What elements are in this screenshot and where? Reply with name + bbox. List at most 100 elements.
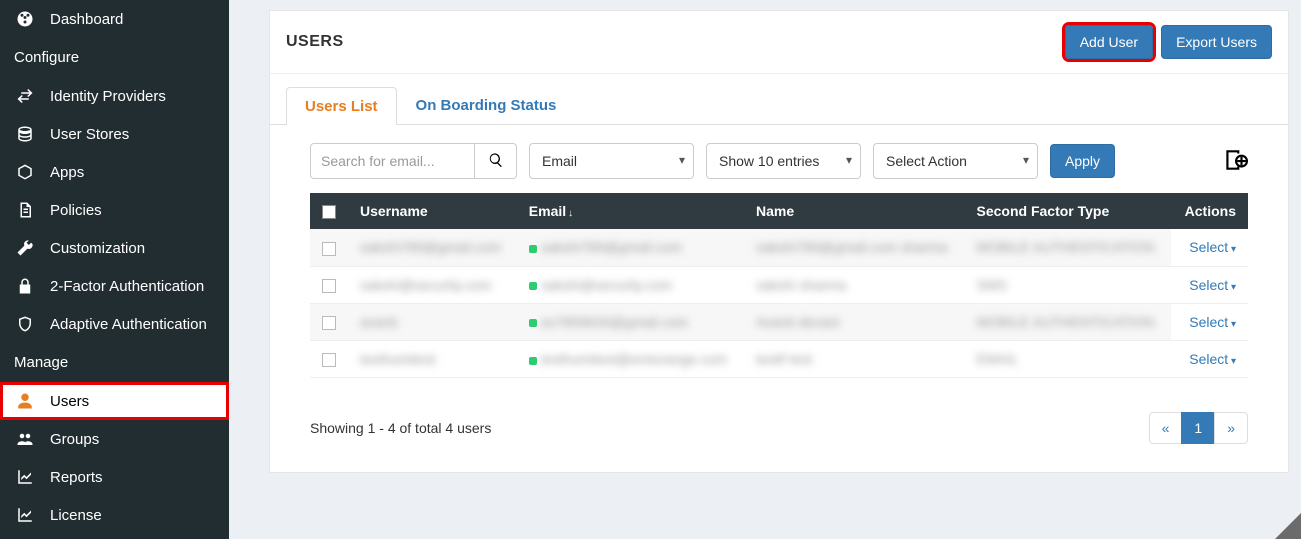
col-name[interactable]: Name xyxy=(744,193,965,229)
cell-username: sakshi@security.com xyxy=(360,277,491,293)
sidebar-item-reports[interactable]: Reports xyxy=(0,458,229,496)
pagination-page-1[interactable]: 1 xyxy=(1181,412,1215,444)
sidebar: Dashboard Configure Identity Providers U… xyxy=(0,0,229,539)
page-title: USERS xyxy=(286,33,344,51)
resize-grip-icon[interactable] xyxy=(1275,513,1301,539)
apply-button[interactable]: Apply xyxy=(1050,144,1115,178)
filter-field-value: Email xyxy=(542,153,577,169)
select-all-checkbox[interactable] xyxy=(322,205,336,219)
row-action-select[interactable]: Select xyxy=(1189,277,1236,293)
sidebar-item-label: Adaptive Authentication xyxy=(50,316,207,333)
status-dot-icon xyxy=(529,319,537,327)
status-dot-icon xyxy=(529,357,537,365)
cell-second-factor: MOBILE AUTHENTICATION xyxy=(976,314,1154,330)
export-users-button[interactable]: Export Users xyxy=(1161,25,1272,59)
sidebar-item-label: Identity Providers xyxy=(50,88,166,105)
sidebar-item-groups[interactable]: Groups xyxy=(0,420,229,458)
sidebar-item-users[interactable]: Users xyxy=(0,382,229,420)
cell-username: sakshi789@gmail.com xyxy=(360,239,501,255)
search-input[interactable] xyxy=(310,143,475,179)
chart-icon xyxy=(14,468,36,486)
sidebar-item-identity-providers[interactable]: Identity Providers xyxy=(0,77,229,115)
row-action-select[interactable]: Select xyxy=(1189,239,1236,255)
page-size-value: Show 10 entries xyxy=(719,153,819,169)
row-checkbox[interactable] xyxy=(322,353,336,367)
col-email[interactable]: Email↓ xyxy=(517,193,744,229)
user-icon xyxy=(14,392,36,410)
package-icon xyxy=(14,163,36,181)
pagination: « 1 » xyxy=(1150,412,1248,444)
sidebar-item-label: Dashboard xyxy=(50,11,123,28)
sidebar-item-user-stores[interactable]: User Stores xyxy=(0,115,229,153)
sidebar-item-customization[interactable]: Customization xyxy=(0,229,229,267)
col-username[interactable]: Username xyxy=(348,193,517,229)
main-content: USERS Add User Export Users Users List O… xyxy=(229,0,1301,539)
table-header: Username Email↓ Name Second Factor Type … xyxy=(310,193,1248,229)
sidebar-item-apps[interactable]: Apps xyxy=(0,153,229,191)
swap-icon xyxy=(14,87,36,105)
add-user-icon[interactable] xyxy=(1222,147,1248,176)
search-input-group xyxy=(310,143,517,179)
sidebar-item-label: Users xyxy=(50,393,89,410)
page-header: USERS Add User Export Users xyxy=(270,11,1288,74)
status-dot-icon xyxy=(529,245,537,253)
search-button[interactable] xyxy=(475,143,517,179)
sidebar-item-adaptive-auth[interactable]: Adaptive Authentication xyxy=(0,305,229,343)
sidebar-item-license[interactable]: License xyxy=(0,496,229,534)
row-checkbox[interactable] xyxy=(322,316,336,330)
table-footer: Showing 1 - 4 of total 4 users « 1 » xyxy=(270,394,1288,472)
cell-name: sakshi sharma xyxy=(756,277,846,293)
document-icon xyxy=(14,201,36,219)
section-header-manage: Manage xyxy=(0,343,229,382)
add-user-button[interactable]: Add User xyxy=(1065,25,1153,59)
search-icon xyxy=(488,152,504,171)
col-actions: Actions xyxy=(1171,193,1248,229)
pagination-next[interactable]: » xyxy=(1214,412,1248,444)
row-checkbox[interactable] xyxy=(322,242,336,256)
toolbar: Email Show 10 entries Select Action Appl… xyxy=(270,125,1288,193)
col-email-label: Email xyxy=(529,203,566,219)
filter-field-select[interactable]: Email xyxy=(529,143,694,179)
cell-username: avanti xyxy=(360,314,397,330)
cell-email: av7859626@gmail.com xyxy=(541,314,688,330)
tab-onboarding-status[interactable]: On Boarding Status xyxy=(397,86,576,124)
users-panel: USERS Add User Export Users Users List O… xyxy=(269,10,1289,473)
sidebar-item-label: License xyxy=(50,507,102,524)
table-row: sakshi@security.comsakshi@security.comsa… xyxy=(310,266,1248,303)
cell-email: testhumitest@emiorange.com xyxy=(541,351,727,367)
sidebar-item-label: Customization xyxy=(50,240,145,257)
action-select[interactable]: Select Action xyxy=(873,143,1038,179)
chart-icon xyxy=(14,506,36,524)
sidebar-item-label: Groups xyxy=(50,431,99,448)
cell-name: sakshi789@gmail.com sharma xyxy=(756,239,948,255)
status-dot-icon xyxy=(529,282,537,290)
users-icon xyxy=(14,430,36,448)
row-action-select[interactable]: Select xyxy=(1189,351,1236,367)
tab-users-list[interactable]: Users List xyxy=(286,87,397,125)
database-icon xyxy=(14,125,36,143)
lock-icon xyxy=(14,277,36,295)
users-table: Username Email↓ Name Second Factor Type … xyxy=(310,193,1248,378)
cell-second-factor: MOBILE AUTHENTICATION xyxy=(976,239,1154,255)
sort-desc-icon: ↓ xyxy=(568,208,573,219)
sidebar-item-2fa[interactable]: 2-Factor Authentication xyxy=(0,267,229,305)
page-size-select[interactable]: Show 10 entries xyxy=(706,143,861,179)
sidebar-item-label: Reports xyxy=(50,469,103,486)
cell-name: testif test xyxy=(756,351,812,367)
pagination-summary: Showing 1 - 4 of total 4 users xyxy=(310,420,491,436)
sidebar-item-label: 2-Factor Authentication xyxy=(50,278,204,295)
sidebar-item-policies[interactable]: Policies xyxy=(0,191,229,229)
cell-second-factor: SMS xyxy=(976,277,1006,293)
cell-second-factor: EMAIL xyxy=(976,351,1018,367)
row-action-select[interactable]: Select xyxy=(1189,314,1236,330)
col-second-factor[interactable]: Second Factor Type xyxy=(964,193,1170,229)
table-row: sakshi789@gmail.comsakshi789@gmail.comsa… xyxy=(310,229,1248,266)
pagination-prev[interactable]: « xyxy=(1149,412,1183,444)
cell-name: Avanti devani xyxy=(756,314,840,330)
sidebar-item-dashboard[interactable]: Dashboard xyxy=(0,0,229,38)
sidebar-item-label: Apps xyxy=(50,164,84,181)
row-checkbox[interactable] xyxy=(322,279,336,293)
table-body: sakshi789@gmail.comsakshi789@gmail.comsa… xyxy=(310,229,1248,378)
wrench-icon xyxy=(14,239,36,257)
page-header-actions: Add User Export Users xyxy=(1065,25,1272,59)
